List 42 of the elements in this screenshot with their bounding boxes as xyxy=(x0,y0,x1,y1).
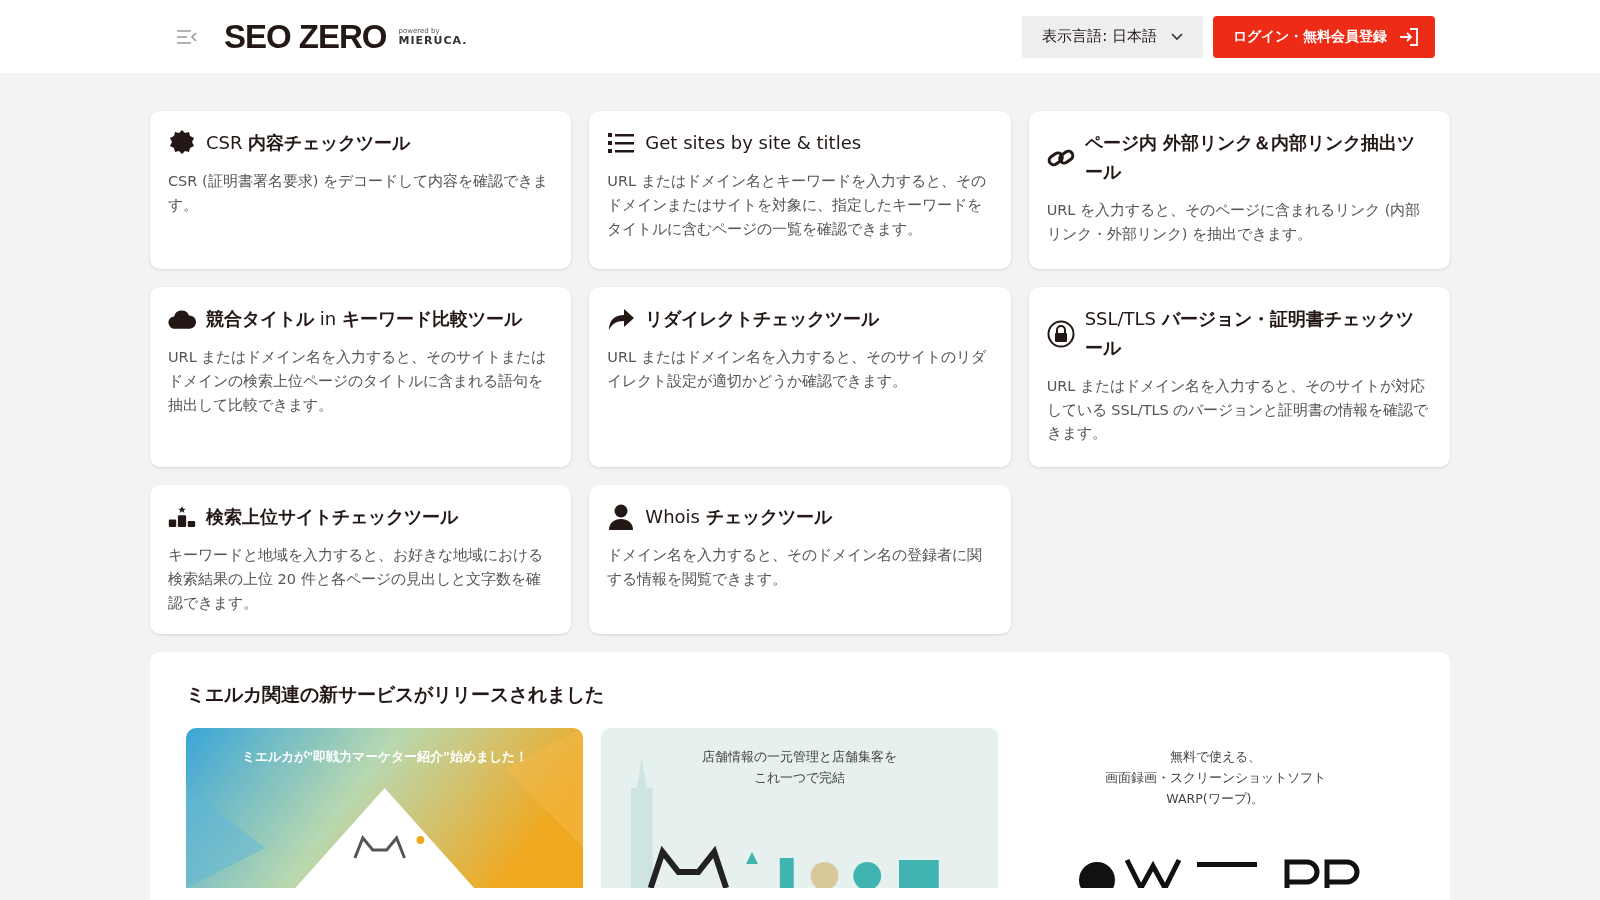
tool-card[interactable]: ページ内 外部リンク＆内部リンク抽出ツール URL を入力すると、そのページに含まれるリンク (内部リンク・外部リンク) を抽出できます。 xyxy=(1028,111,1450,269)
tool-card[interactable]: 検索上位サイトチェックツール キーワードと地域を入力すると、お好きな地域における検索結果の上位 20 件と各ページの見出しと文字数を確認できます。 xyxy=(150,485,572,634)
service-banner[interactable]: 無料で使える、 画面録画・スクリーンショットソフト WARP(ワープ)。 xyxy=(1016,727,1414,888)
tool-description: キーワードと地域を入力すると、お好きな地域における検索結果の上位 20 件と各ページの見出しと文字数を確認できます。 xyxy=(168,545,544,613)
language-button[interactable]: 表示言語: 日本語 xyxy=(1022,15,1203,58)
banner-caption: ミエルカが"即戦力マーケター紹介"始めました！ xyxy=(241,747,528,766)
tool-description: CSR (証明書署名要求) をデコードして内容を確認できます。 xyxy=(168,171,549,215)
login-icon xyxy=(1399,27,1419,46)
section-heading: ミエルカ関連の新サービスがリリースされました xyxy=(186,681,605,707)
tool-title: 競合タイトル in キーワード比較ツール xyxy=(206,307,524,331)
chevron-down-icon xyxy=(1171,32,1183,41)
tool-title: ページ内 外部リンク＆内部リンク抽出ツール xyxy=(1084,131,1416,184)
tool-description: URL またはドメイン名を入力すると、そのサイトのリダイレクト設定が適切かどうか確認できます。 xyxy=(607,347,987,391)
tool-card[interactable]: Get sites by site & titles URL またはドメイン名とキーワードを入力すると、そのドメインまたはサイトを対象に、指定したキーワードをタイトルに含むページの一覧を確認できます。 xyxy=(589,111,1011,269)
service-banner[interactable]: 店舗情報の一元管理と店舗集客を これ一つで完結 xyxy=(601,727,999,888)
login-button[interactable]: ログイン・無料会員登録 xyxy=(1213,15,1435,58)
logo[interactable]: SEO ZERO xyxy=(224,17,387,56)
tool-description: URL またはドメイン名とキーワードを入力すると、そのドメインまたはサイトを対象に、指定したキーワードをタイトルに含むページの一覧を確認できます。 xyxy=(607,171,987,239)
banner-caption: WARP(ワープ)。 xyxy=(1166,790,1265,809)
tool-card[interactable]: 競合タイトル in キーワード比較ツール URL またはドメイン名を入力すると、そのサイトまたはドメインの検索上位ページのタイトルに含まれる語句を抽出して比較できます。 xyxy=(150,287,572,467)
tool-description: URL を入力すると、そのページに含まれるリンク (内部リンク・外部リンク) を抽出できます。 xyxy=(1046,200,1422,244)
tool-description: URL またはドメイン名を入力すると、そのサイトまたはドメインの検索上位ページのタイトルに含まれる語句を抽出して比較できます。 xyxy=(168,347,548,415)
tool-title: SSL/TLS バージョン・証明書チェックツール xyxy=(1084,307,1415,360)
tool-card[interactable]: リダイレクトチェックツール URL またはドメイン名を入力すると、そのサイトのリダイレクト設定が適切かどうか確認できます。 xyxy=(589,287,1011,467)
tool-description: ドメイン名を入力すると、そのドメイン名の登録者に関する情報を閲覧できます。 xyxy=(607,545,984,589)
menu-icon[interactable] xyxy=(176,28,198,45)
brand-text: MIERUCA. xyxy=(398,34,468,46)
tool-title: 検索上位サイトチェックツール xyxy=(206,505,460,529)
tool-description: URL またはドメイン名を入力すると、そのサイトが対応している SSL/TLS のバージョンと証明書の情報を確認できます。 xyxy=(1046,376,1430,444)
tool-title: Get sites by site & titles xyxy=(645,131,863,155)
banner-caption: 店舗情報の一元管理と店舗集客を xyxy=(702,747,898,766)
banner-caption: 無料で使える、 xyxy=(1169,747,1261,766)
tool-card[interactable]: CSR 内容チェックツール CSR (証明書署名要求) をデコードして内容を確認できます。 xyxy=(150,111,572,269)
person-icon xyxy=(607,503,636,532)
tool-title: Whois チェックツール xyxy=(645,505,834,529)
tool-title: リダイレクトチェックツール xyxy=(645,307,881,331)
tool-card[interactable]: Whois チェックツール ドメイン名を入力すると、そのドメイン名の登録者に関する情報を閲覧できます。 xyxy=(589,485,1011,634)
banner-caption: これ一つで完結 xyxy=(754,768,846,787)
lock-icon xyxy=(1046,319,1075,348)
tool-card[interactable]: SSL/TLS バージョン・証明書チェックツール URL またはドメイン名を入力すると、そのサイトが対応している SSL/TLS のバージョンと証明書の情報を確認できます。 xyxy=(1028,287,1450,467)
banner-caption: 画面録画・スクリーンショットソフト xyxy=(1104,768,1326,787)
tool-title: CSR 内容チェックツール xyxy=(206,131,412,155)
